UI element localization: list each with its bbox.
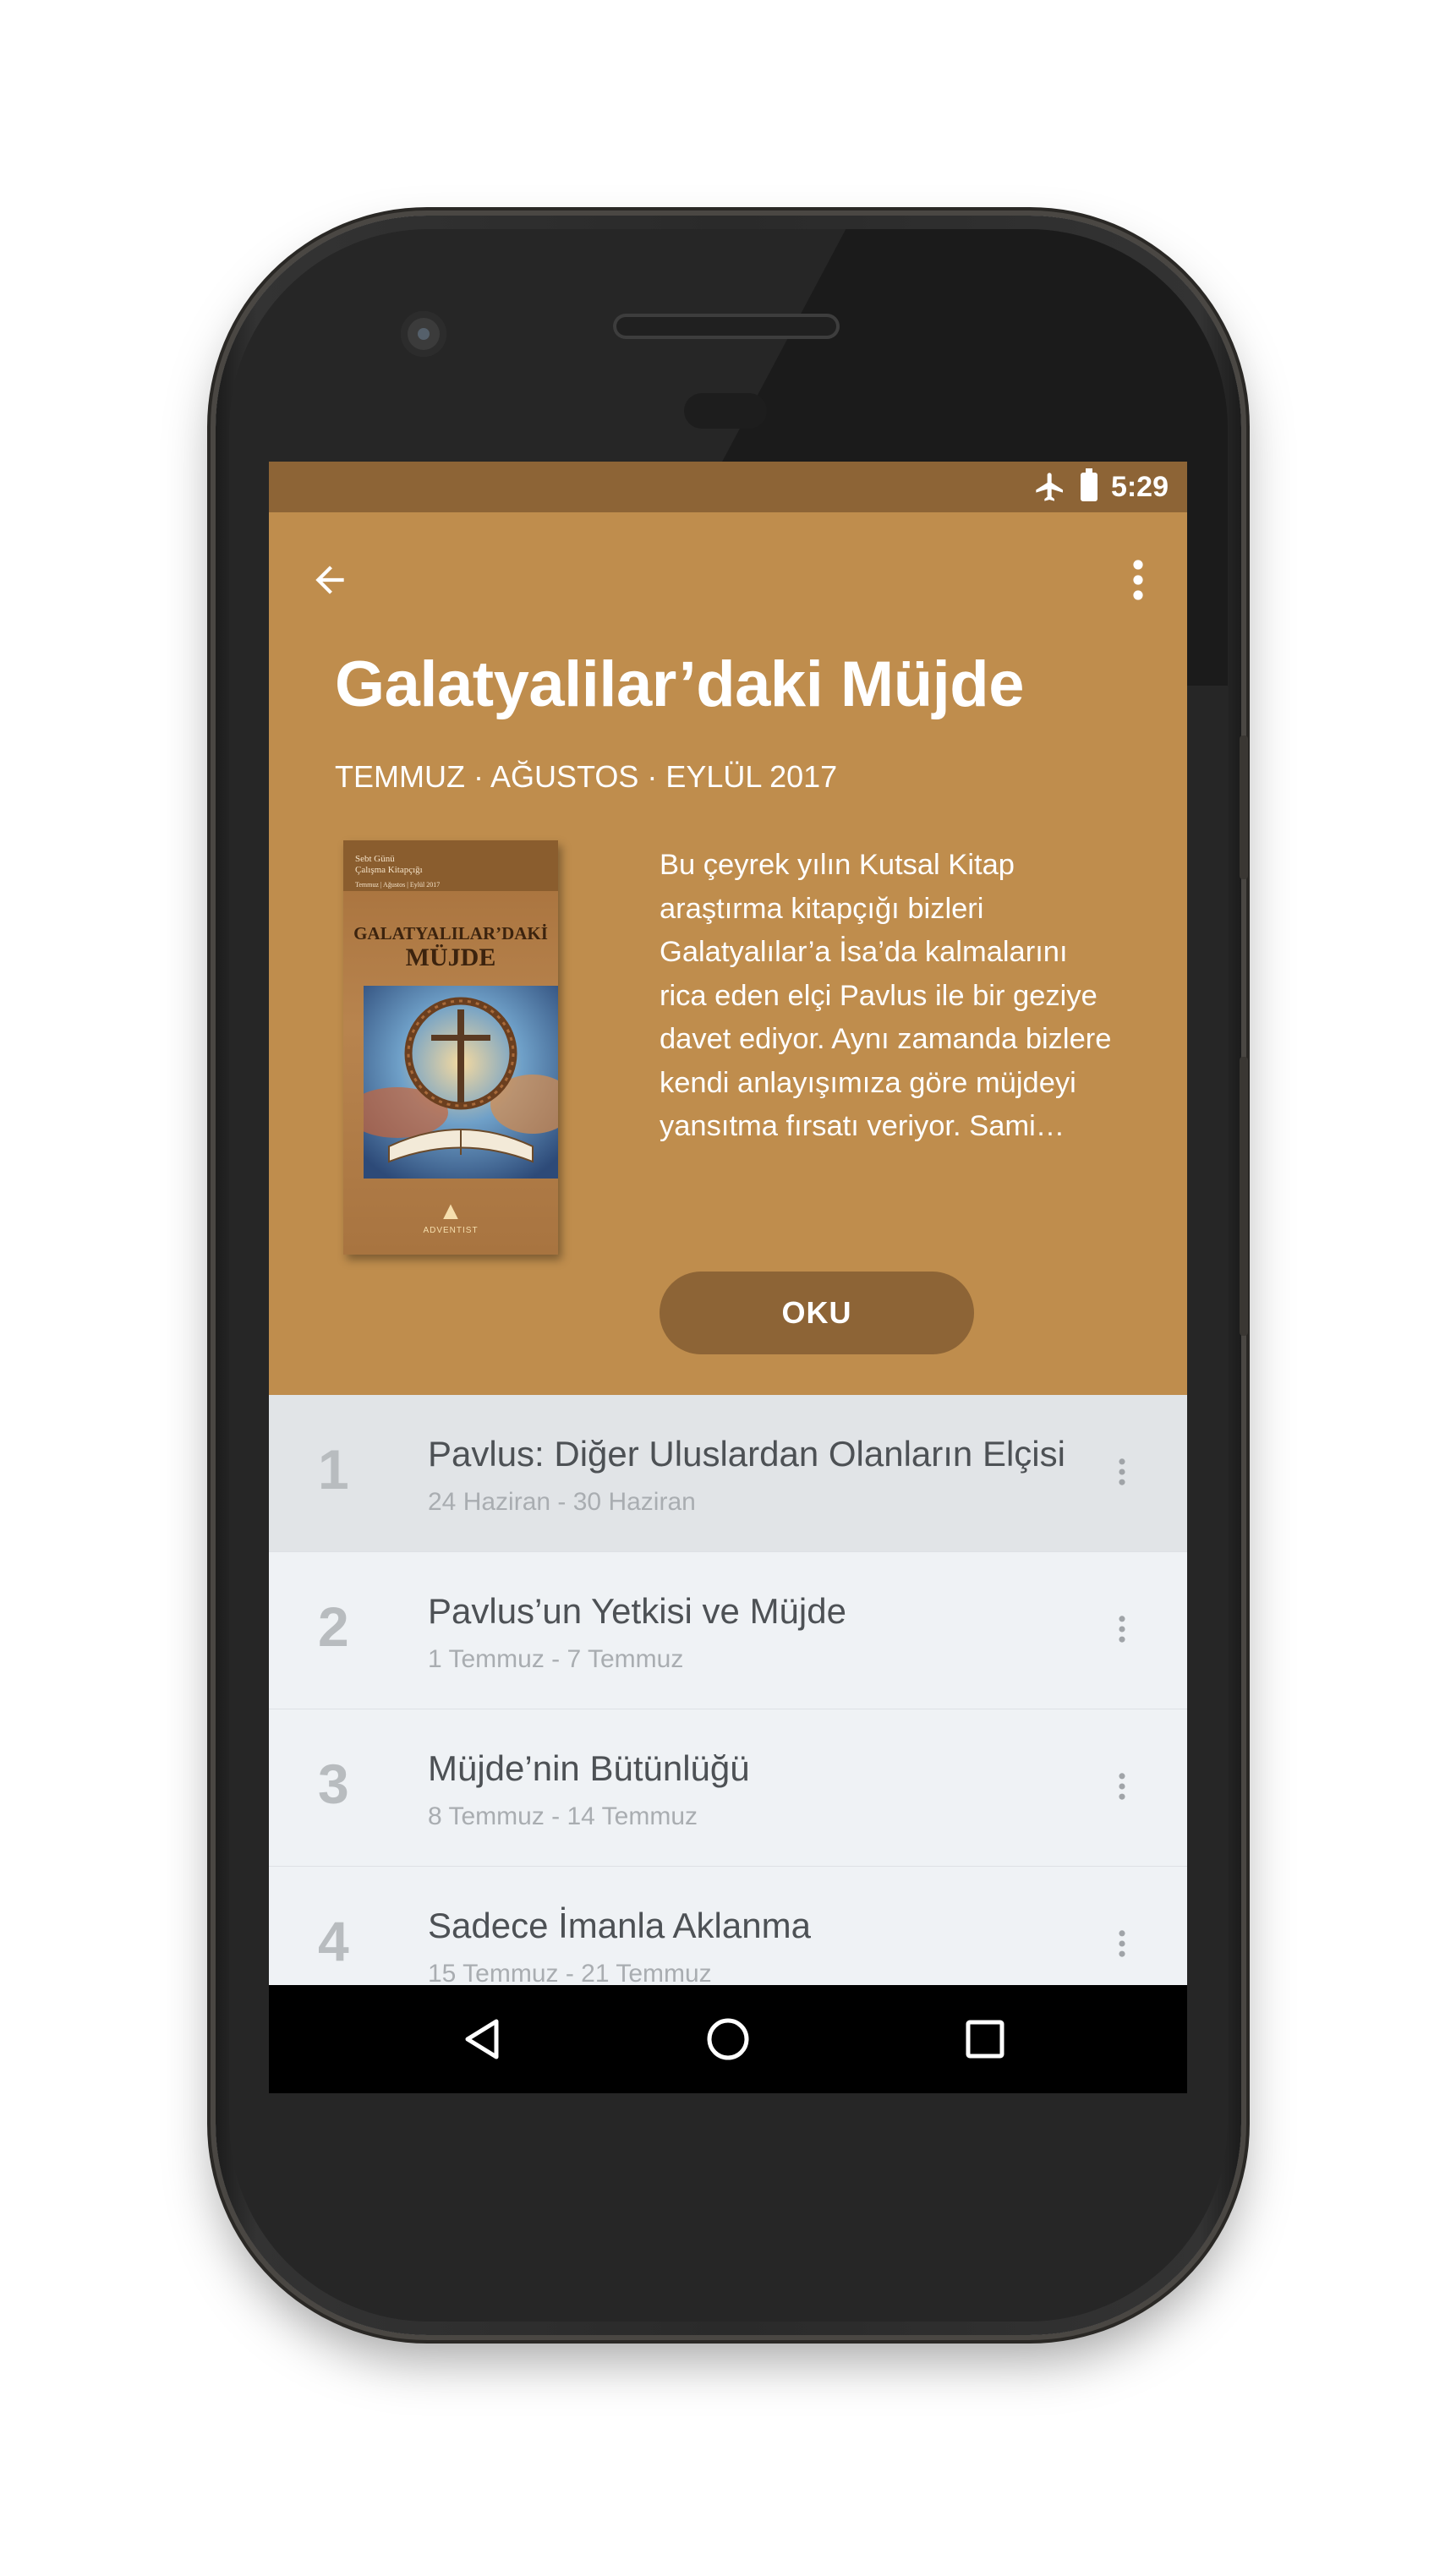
lesson-number: 4 [318,1910,349,1972]
more-vert-icon [1119,1616,1125,1643]
lesson-menu-button[interactable] [1109,1608,1135,1650]
page-title: Galatyalilar’daki Müjde [335,648,1024,720]
cover-image: Sebt Günü Çalışma Kitapçığı Temmuz | Ağu… [343,840,558,1255]
quarter-label: TEMMUZ · AĞUSTOS · EYLÜL 2017 [335,759,838,794]
lesson-number: 2 [318,1595,349,1658]
cover-small-line: Çalışma Kitapçığı [355,865,423,875]
lesson-title: Pavlus: Diğer Uluslardan Olanların Elçis… [428,1434,1065,1474]
arrow-back-icon [315,566,344,594]
lesson-number: 1 [318,1438,349,1501]
earpiece-speaker [613,314,840,339]
lesson-menu-button[interactable] [1109,1922,1135,1965]
publisher-logo: ▲ ADVENTIST [343,1197,558,1235]
recents-square-icon [966,2020,1004,2059]
cover-small-text: Sebt Günü Çalışma Kitapçığı Temmuz | Ağu… [355,854,440,890]
back-triangle-icon [465,2019,499,2059]
power-button [1240,736,1248,879]
overflow-menu-button[interactable] [1121,555,1155,605]
nav-recents-button[interactable] [951,2005,1019,2073]
more-vert-icon [1133,560,1143,600]
nav-home-button[interactable] [694,2005,762,2073]
cover-small-line: Sebt Günü [355,854,395,864]
cover-title-line2: MÜJDE [405,943,496,971]
lesson-menu-button[interactable] [1109,1451,1135,1493]
more-vert-icon [1119,1458,1125,1485]
status-time: 5:29 [1110,470,1169,503]
lesson-row[interactable]: 2 Pavlus’un Yetkisi ve Müjde 1 Temmuz - … [269,1552,1187,1709]
nav-back-button[interactable] [448,2005,516,2073]
quarter-description: Bu çeyrek yılın Kutsal Kitap araştırma k… [660,849,1112,1142]
front-camera [401,311,446,357]
lesson-dates: 1 Temmuz - 7 Temmuz [428,1645,684,1673]
lesson-dates: 24 Haziran - 30 Haziran [428,1488,696,1516]
more-vert-icon [1119,1930,1125,1957]
read-button[interactable]: OKU [660,1272,974,1354]
lesson-dates: 8 Temmuz - 14 Temmuz [428,1802,698,1830]
battery-icon [1080,468,1097,501]
publisher-name: ADVENTIST [423,1226,479,1235]
more-vert-icon [1119,1773,1125,1800]
back-button[interactable] [304,555,355,605]
lesson-title: Sadece İmanla Aklanma [428,1906,811,1945]
lesson-dates: 15 Temmuz - 21 Temmuz [428,1960,712,1988]
app-screen: 5:29 Galatyalilar’daki Müjde TEMMUZ · AĞ… [269,462,1187,2093]
stage: 5:29 Galatyalilar’daki Müjde TEMMUZ · AĞ… [0,0,1456,2576]
lesson-title: Pavlus’un Yetkisi ve Müjde [428,1591,846,1631]
system-nav-bar [269,1985,1187,2093]
lesson-title: Müjde’nin Bütünlüğü [428,1748,750,1788]
proximity-sensor [684,393,767,429]
lesson-row[interactable]: 1 Pavlus: Diğer Uluslardan Olanların Elç… [269,1395,1187,1552]
volume-button [1240,1057,1248,1336]
cover-title-line1: GALATYALILAR’DAKİ [353,923,548,943]
lesson-number: 3 [318,1753,349,1815]
status-bar: 5:29 [269,462,1187,512]
lesson-menu-button[interactable] [1109,1765,1135,1808]
cover-small-line: Temmuz | Ağustos | Eylül 2017 [355,881,441,889]
airplane-icon [1036,473,1063,501]
home-circle-icon [707,2018,749,2060]
publisher-flame-icon: ▲ [438,1197,463,1225]
cover-artwork [364,986,558,1179]
quarterly-header: Galatyalilar’daki Müjde TEMMUZ · AĞUSTOS… [269,512,1187,1395]
lesson-row[interactable]: 3 Müjde’nin Bütünlüğü 8 Temmuz - 14 Temm… [269,1709,1187,1867]
lessons-list: 1 Pavlus: Diğer Uluslardan Olanların Elç… [269,1395,1187,2024]
status-icons: 5:29 [1033,462,1169,512]
